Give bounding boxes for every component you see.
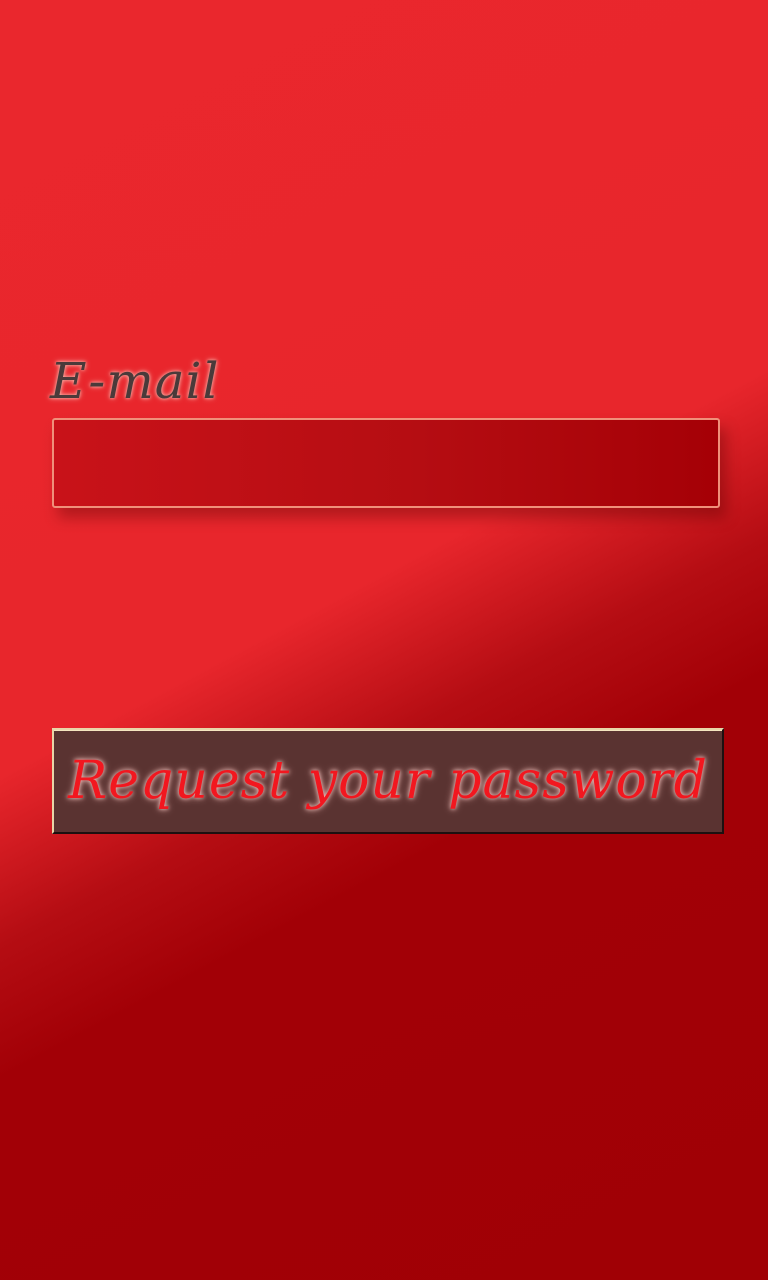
email-input[interactable]	[52, 418, 720, 508]
request-password-button[interactable]: Request your password	[52, 728, 724, 834]
email-label: E-mail	[50, 352, 220, 410]
request-password-button-label: Request your password	[68, 751, 708, 811]
request-password-screen: E-mail Request your password	[0, 0, 768, 1280]
